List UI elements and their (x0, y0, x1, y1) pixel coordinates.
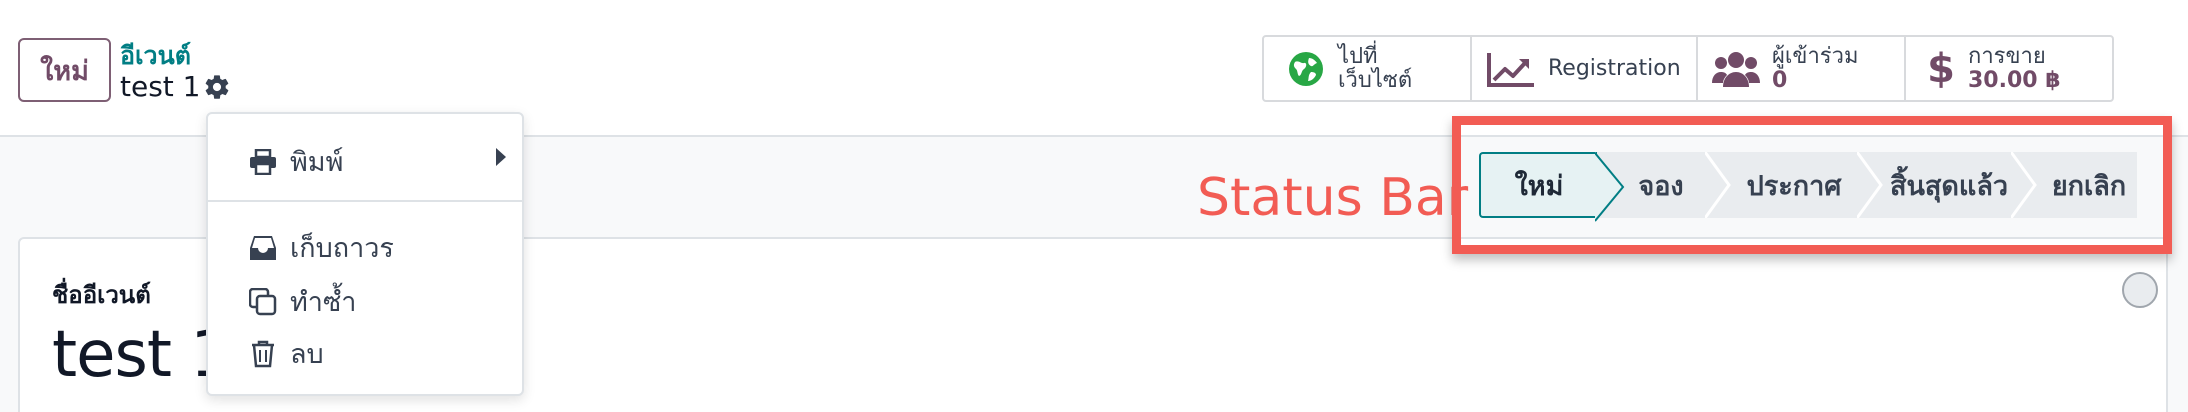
registration-button[interactable]: Registration (1472, 37, 1698, 100)
users-icon (1712, 49, 1760, 89)
stage-arrow (1595, 152, 1625, 222)
printer-icon (248, 147, 278, 177)
duplicate-menu-item[interactable]: ทำซ้ำ (248, 280, 356, 323)
website-line1: ไปที่ (1338, 43, 1378, 69)
smart-buttons: ไปที่ เว็บไซต์ Registration ผู้เข้าร่วม … (1262, 35, 2114, 102)
breadcrumb-current: test 1 (120, 70, 201, 103)
globe-icon (1286, 49, 1326, 89)
archive-icon (248, 233, 278, 263)
duplicate-label: ทำซ้ำ (290, 287, 357, 318)
stage-arrow (2011, 152, 2037, 218)
status-bar-annotation: Status Bar (1197, 168, 1469, 228)
attendees-button[interactable]: ผู้เข้าร่วม 0 (1698, 37, 1906, 100)
event-name-label: ชื่ออีเวนต์ (52, 281, 151, 309)
gear-icon[interactable] (203, 73, 231, 101)
attendees-label: ผู้เข้าร่วม (1772, 43, 1859, 69)
dollar-icon: $ (1927, 45, 1955, 92)
website-line2: เว็บไซต์ (1338, 67, 1413, 93)
app-root: ชื่ออีเวนต์ test 1 ใหม่ อีเวนต์ test 1 ไ… (0, 0, 2188, 412)
status-bar-highlight-box (1452, 116, 2172, 254)
chart-line-icon (1486, 49, 1536, 89)
event-name-field[interactable]: test 1 (52, 318, 231, 392)
trash-icon (248, 339, 278, 369)
priority-toggle[interactable] (2122, 272, 2158, 308)
archive-label: เก็บถาวร (290, 233, 394, 264)
sales-amount: 30.00 ฿ (1968, 67, 2061, 93)
menu-divider (208, 200, 522, 202)
delete-label: ลบ (290, 339, 324, 370)
sales-label: การขาย (1968, 43, 2046, 69)
print-menu-item[interactable]: พิมพ์ (248, 140, 343, 183)
attendees-count: 0 (1772, 67, 1788, 93)
new-button[interactable]: ใหม่ (18, 38, 111, 102)
registration-label: Registration (1548, 55, 1681, 81)
delete-menu-item[interactable]: ลบ (248, 332, 324, 375)
go-to-website-button[interactable]: ไปที่ เว็บไซต์ (1264, 37, 1472, 100)
stage-arrow (1857, 152, 1883, 218)
stage-arrow (1705, 152, 1731, 218)
archive-menu-item[interactable]: เก็บถาวร (248, 226, 394, 269)
sales-button[interactable]: $ การขาย 30.00 ฿ (1906, 37, 2112, 100)
submenu-caret-icon (496, 148, 506, 166)
print-label: พิมพ์ (290, 147, 344, 178)
copy-icon (248, 287, 278, 317)
action-menu: พิมพ์ เก็บถาวร ทำซ้ำ ลบ (206, 112, 524, 396)
